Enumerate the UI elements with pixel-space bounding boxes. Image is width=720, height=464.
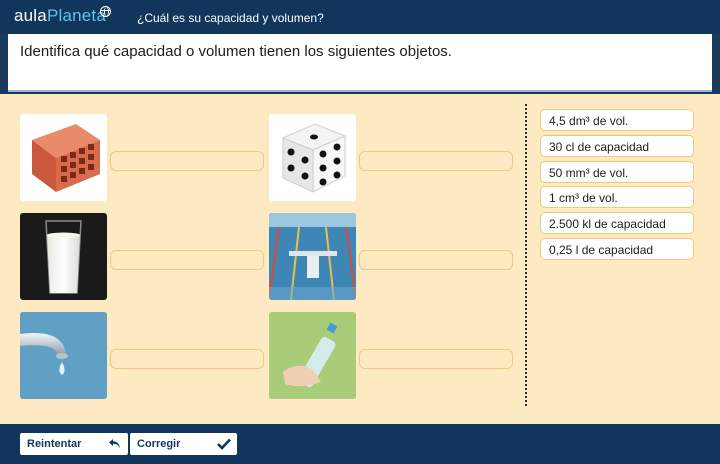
retry-label: Reintentar: [27, 438, 82, 450]
brick-image: [20, 114, 107, 201]
logo-text-planeta: Planeta: [46, 6, 107, 25]
top-bar: aulaPlaneta ¿Cuál es su capacidad y volu…: [0, 0, 720, 34]
check-label: Corregir: [137, 438, 181, 450]
dice-image: [269, 114, 356, 201]
option-card[interactable]: 4,5 dm³ de vol.: [540, 109, 694, 131]
option-card[interactable]: 2.500 kl de capacidad: [540, 212, 694, 234]
answer-slot-swimming-pool[interactable]: [359, 250, 513, 270]
aulaplaneta-logo: aulaPlaneta: [14, 6, 106, 26]
checkmark-icon: [217, 438, 231, 450]
answer-slot-milk-glass[interactable]: [110, 250, 264, 270]
swimming-pool-image: [269, 213, 356, 300]
dotted-divider: [525, 104, 527, 406]
undo-arrow-icon: [109, 439, 120, 449]
option-card[interactable]: 50 mm³ de vol.: [540, 161, 694, 183]
answer-slot-dice[interactable]: [359, 151, 513, 171]
answer-slot-water-bottle[interactable]: [359, 349, 513, 369]
activity-title: ¿Cuál es su capacidad y volumen?: [137, 11, 324, 25]
logo-text-aula: aula: [14, 6, 47, 25]
globe-icon: [100, 6, 111, 17]
answer-slot-tap-drop[interactable]: [110, 349, 264, 369]
milk-glass-image: [20, 213, 107, 300]
water-bottle-image: [269, 312, 356, 399]
retry-button[interactable]: Reintentar: [20, 433, 128, 455]
option-card[interactable]: 1 cm³ de vol.: [540, 186, 694, 208]
question-panel: Identifica qué capacidad o volumen tiene…: [8, 34, 712, 92]
answer-slot-brick[interactable]: [110, 151, 264, 171]
option-card[interactable]: 30 cl de capacidad: [540, 135, 694, 157]
check-button[interactable]: Corregir: [130, 433, 237, 455]
tap-drop-image: [20, 312, 107, 399]
question-text: Identifica qué capacidad o volumen tiene…: [20, 43, 452, 60]
option-card[interactable]: 0,25 l de capacidad: [540, 238, 694, 260]
